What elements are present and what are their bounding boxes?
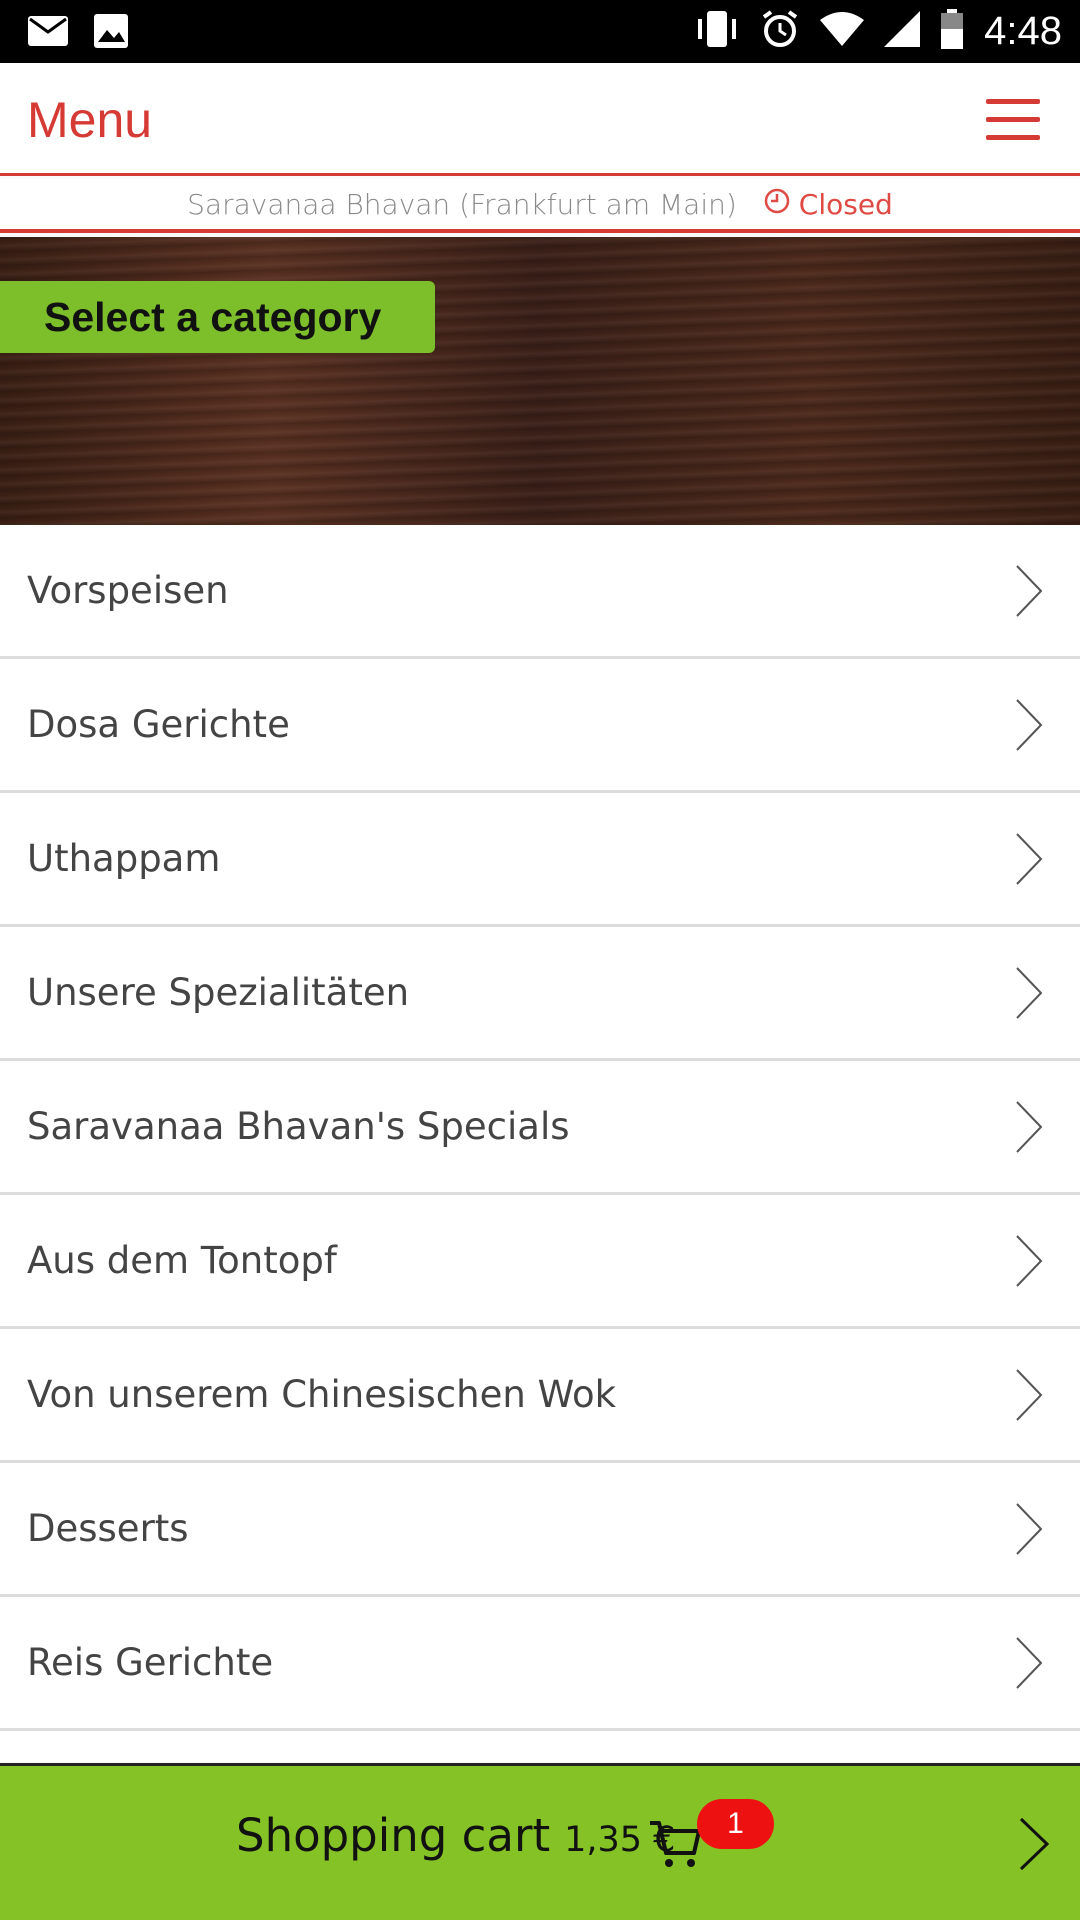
category-list: Vorspeisen Dosa Gerichte Uthappam Unsere…: [0, 525, 1080, 1731]
category-item[interactable]: Unsere Spezialitäten: [0, 927, 1080, 1061]
list-next-item-peek: [0, 1731, 1080, 1761]
category-label: Vorspeisen: [27, 569, 229, 612]
signal-icon: [884, 11, 921, 52]
category-item[interactable]: Dosa Gerichte: [0, 659, 1080, 793]
category-label: Saravanaa Bhavan's Specials: [27, 1105, 570, 1148]
cart-summary: Shopping cart 1,35 €: [236, 1809, 675, 1862]
chevron-right-icon: [1016, 833, 1043, 885]
chevron-right-icon: [1016, 699, 1043, 751]
page-title: Menu: [27, 92, 153, 148]
clock-icon: [763, 187, 791, 222]
category-item[interactable]: Aus dem Tontopf: [0, 1195, 1080, 1329]
category-item[interactable]: Vorspeisen: [0, 525, 1080, 659]
wifi-icon: [820, 12, 865, 51]
category-label: Desserts: [27, 1507, 189, 1550]
category-label: Reis Gerichte: [27, 1641, 274, 1684]
cart-count-badge: 1: [697, 1799, 774, 1849]
opening-status: Closed: [763, 187, 893, 222]
restaurant-info-bar: Saravanaa Bhavan (Frankfurt am Main) Clo…: [0, 179, 1080, 233]
chevron-right-icon: [1016, 565, 1043, 617]
hamburger-icon[interactable]: [986, 99, 1040, 141]
chevron-right-icon: [1019, 1817, 1050, 1871]
mail-icon: [28, 16, 68, 51]
alarm-icon: [760, 9, 800, 54]
clock-time: 4:48: [984, 9, 1062, 53]
category-label: Dosa Gerichte: [27, 703, 290, 746]
select-category-badge: Select a category: [0, 281, 435, 353]
category-item[interactable]: Saravanaa Bhavan's Specials: [0, 1061, 1080, 1195]
category-label: Uthappam: [27, 837, 221, 880]
category-banner: Select a category: [0, 237, 1080, 525]
category-item[interactable]: Desserts: [0, 1463, 1080, 1597]
chevron-right-icon: [1016, 1637, 1043, 1689]
restaurant-name: Saravanaa Bhavan (Frankfurt am Main): [187, 187, 737, 221]
status-label: Closed: [798, 187, 893, 221]
battery-icon: [940, 9, 964, 54]
shopping-cart-bar[interactable]: Shopping cart 1,35 € 1: [0, 1763, 1080, 1920]
chevron-right-icon: [1016, 1101, 1043, 1153]
category-item[interactable]: Reis Gerichte: [0, 1597, 1080, 1731]
chevron-right-icon: [1016, 1235, 1043, 1287]
chevron-right-icon: [1016, 967, 1043, 1019]
app-bar: Menu: [0, 63, 1080, 176]
select-category-label: Select a category: [44, 293, 382, 340]
chevron-right-icon: [1016, 1503, 1043, 1555]
status-bar: 4:48: [0, 0, 1080, 63]
category-label: Unsere Spezialitäten: [27, 971, 410, 1014]
category-item[interactable]: Uthappam: [0, 793, 1080, 927]
cart-label: Shopping cart: [236, 1809, 551, 1862]
category-label: Von unserem Chinesischen Wok: [27, 1373, 617, 1416]
category-item[interactable]: Von unserem Chinesischen Wok: [0, 1329, 1080, 1463]
image-icon: [94, 14, 128, 53]
category-label: Aus dem Tontopf: [27, 1239, 337, 1282]
vibrate-icon: [694, 9, 740, 54]
chevron-right-icon: [1016, 1369, 1043, 1421]
shopping-cart-icon: [650, 1821, 701, 1867]
